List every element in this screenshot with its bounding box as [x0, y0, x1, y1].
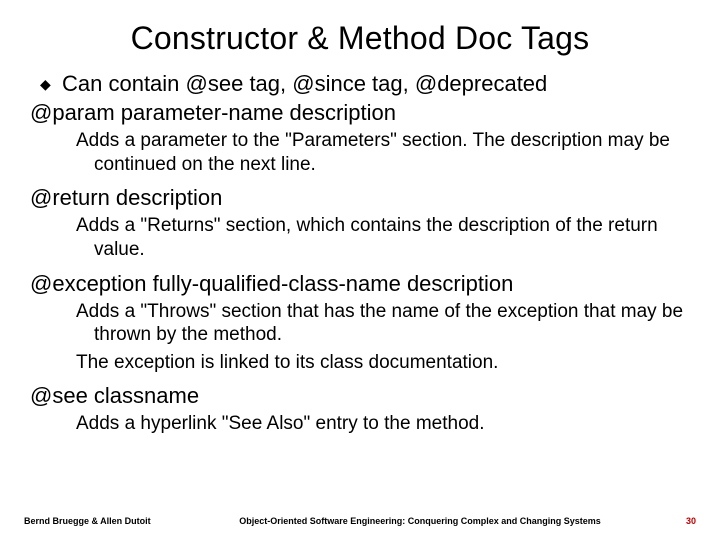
tag-exception-signature: @exception fully-qualified-class-name de…: [30, 270, 692, 298]
footer-book-title: Object-Oriented Software Engineering: Co…: [204, 516, 636, 526]
tag-exception-description-1: Adds a "Throws" section that has the nam…: [76, 300, 692, 347]
footer: Bernd Bruegge & Allen Dutoit Object-Orie…: [0, 516, 720, 526]
tag-see-description: Adds a hyperlink "See Also" entry to the…: [76, 412, 692, 436]
slide-title: Constructor & Method Doc Tags: [28, 20, 692, 57]
bullet-text: Can contain @see tag, @since tag, @depre…: [62, 71, 547, 97]
tag-return-signature: @return description: [30, 184, 692, 212]
diamond-bullet-icon: ◆: [40, 71, 62, 97]
tag-param-signature: @param parameter-name description: [30, 99, 692, 127]
slide: Constructor & Method Doc Tags ◆ Can cont…: [0, 0, 720, 540]
tag-param-description: Adds a parameter to the "Parameters" sec…: [76, 129, 692, 176]
footer-authors: Bernd Bruegge & Allen Dutoit: [24, 516, 204, 526]
bullet-item: ◆ Can contain @see tag, @since tag, @dep…: [40, 71, 692, 97]
tag-exception-description-2: The exception is linked to its class doc…: [76, 351, 692, 375]
tag-see-signature: @see classname: [30, 382, 692, 410]
tag-return-description: Adds a "Returns" section, which contains…: [76, 214, 692, 261]
page-number: 30: [636, 516, 696, 526]
